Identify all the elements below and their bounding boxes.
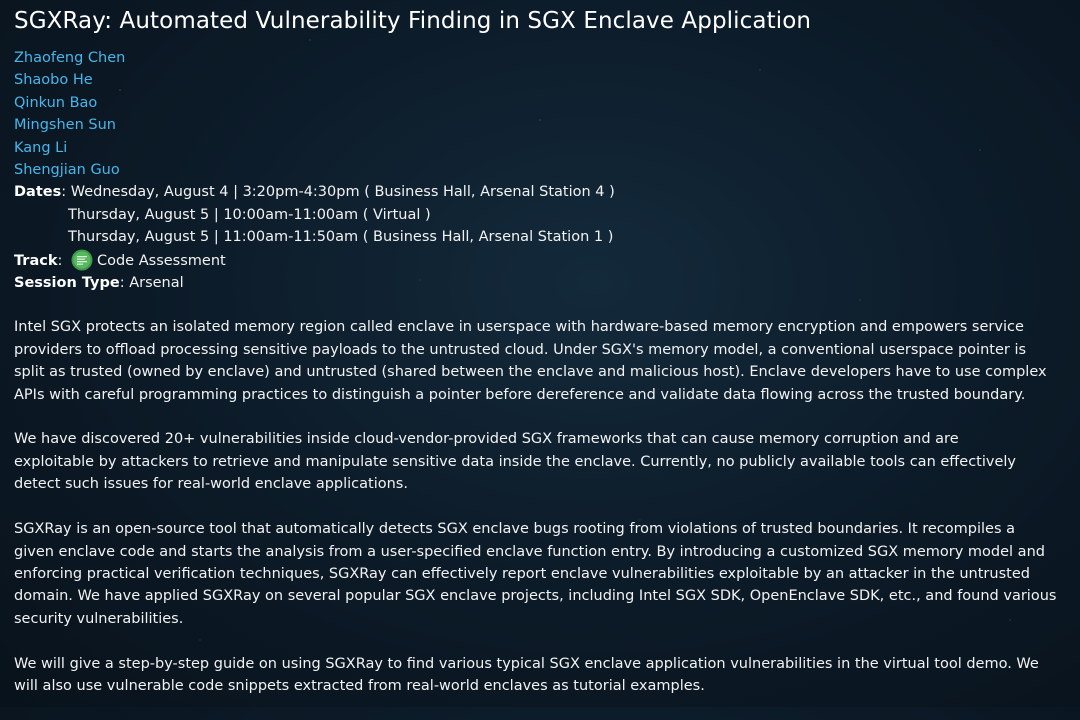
text-line: We will give a step-by-step guide on usi… [14,655,1039,672]
dates-label: Dates [14,184,62,201]
author-link[interactable]: Mingshen Sun [14,117,116,133]
track-colon: : [57,252,63,269]
text-line: domain. We have applied SGXRay on severa… [14,588,1057,605]
description-paragraph-3: SGXRay is an open-source tool that autom… [14,518,1072,630]
date-entry: Wednesday, August 4 | 3:20pm-4:30pm ( Bu… [70,184,615,201]
text-line: providers to offload processing sensitiv… [14,341,1027,358]
track-label: Track [14,252,58,269]
dates-section: Dates: Wednesday, August 4 | 3:20pm-4:30… [14,181,1072,248]
text-line: detect such issues for real-world enclav… [14,476,408,493]
author-link[interactable]: Shengjian Guo [14,162,120,178]
description-paragraph-4: We will give a step-by-step guide on usi… [14,653,1072,698]
text-line: given enclave code and starts the analys… [14,543,1045,560]
text-line: SGXRay is an open-source tool that autom… [14,521,1015,538]
page-title: SGXRay: Automated Vulnerability Finding … [14,8,812,34]
date-entry: Thursday, August 5 | 11:00am-11:50am ( B… [68,229,614,246]
author-link[interactable]: Zhaofeng Chen [14,50,125,66]
date-entry: Thursday, August 5 | 10:00am-11:00am ( V… [68,206,431,223]
author-link[interactable]: Shaobo He [14,72,93,88]
description-paragraph-1: Intel SGX protects an isolated memory re… [14,316,1072,406]
author-link[interactable]: Qinkun Bao [14,95,97,111]
description-paragraph-2: We have discovered 20+ vulnerabilities i… [14,428,1072,495]
text-line: enforcing practical verification techniq… [14,565,1030,582]
track-value[interactable]: Code Assessment [97,253,226,269]
code-assessment-icon [71,249,93,271]
author-link[interactable]: Kang Li [14,140,67,156]
text-line: split as trusted (owned by enclave) and … [14,364,1047,381]
dates-colon: : [61,184,71,201]
text-line: exploitable by attackers to retrieve and… [14,453,1016,470]
session-type-row: Session Type: Arsenal [14,272,1072,294]
text-line: Intel SGX protects an isolated memory re… [14,319,1024,336]
session-type-colon: : [119,275,130,292]
track-row: Track: Code Assessment [14,249,1072,272]
author-list: Zhaofeng Chen Shaobo He Qinkun Bao Mings… [14,47,1072,181]
session-type-label: Session Type [14,275,120,292]
text-line: security vulnerabilities. [14,610,184,627]
text-line: will also use vulnerable code snippets e… [14,677,705,694]
session-type-value: Arsenal [129,275,184,292]
text-line: APIs with careful programming practices … [14,386,1026,403]
session-detail: SGXRay: Automated Vulnerability Finding … [14,4,1072,720]
text-line: We have discovered 20+ vulnerabilities i… [14,431,959,448]
